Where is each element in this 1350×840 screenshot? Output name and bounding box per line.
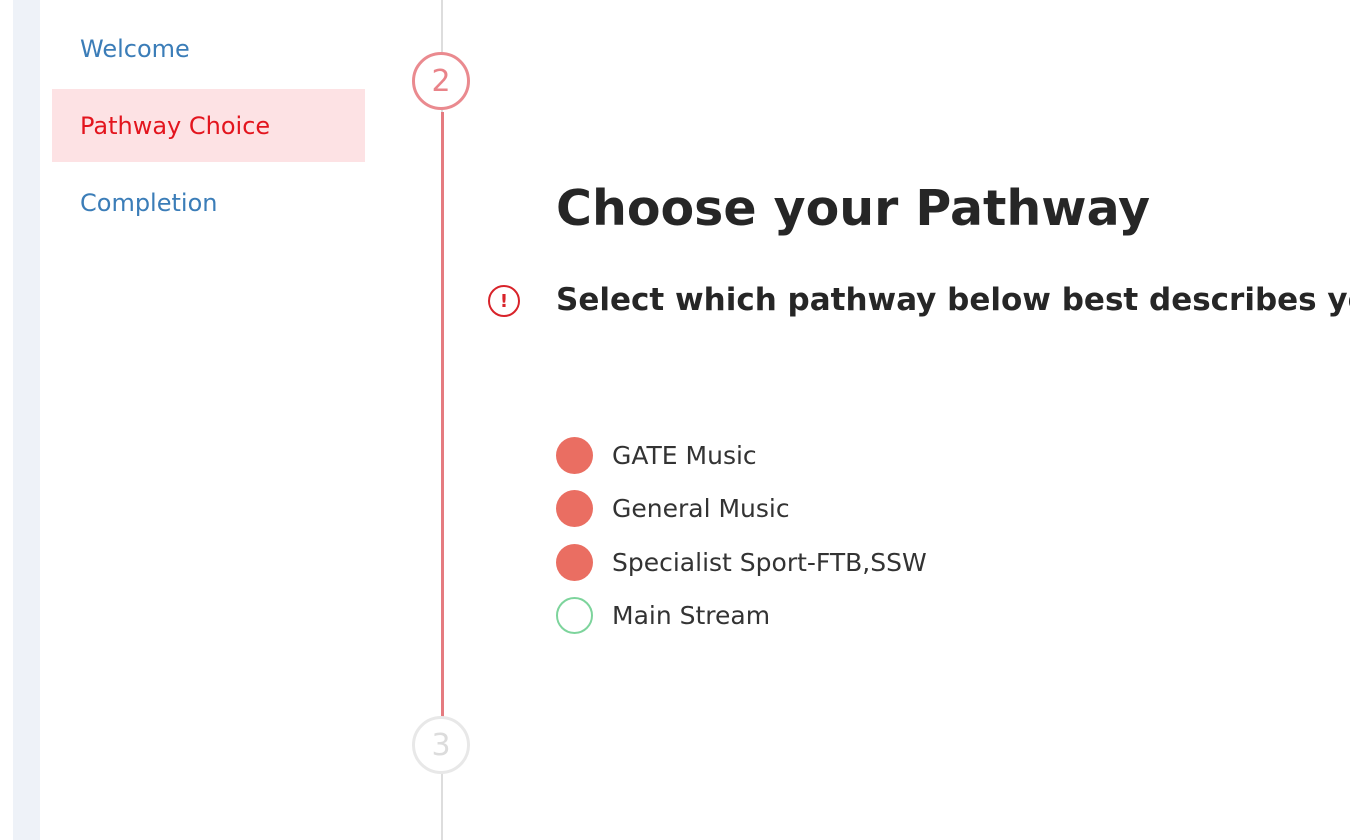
option-label: General Music bbox=[612, 493, 790, 523]
sidebar-item-pathway-choice[interactable]: Pathway Choice bbox=[52, 89, 365, 162]
sidebar-item-welcome[interactable]: Welcome bbox=[52, 12, 365, 85]
exclamation-circle-icon: ! bbox=[488, 285, 520, 317]
radio-button[interactable] bbox=[556, 596, 593, 634]
sidebar-item-label: Welcome bbox=[80, 34, 190, 63]
sidebar-item-label: Completion bbox=[80, 188, 218, 217]
option-gate-music[interactable]: GATE Music bbox=[556, 435, 757, 475]
sidebar-item-completion[interactable]: Completion bbox=[52, 166, 365, 239]
radio-button[interactable] bbox=[556, 543, 593, 581]
alert-symbol: ! bbox=[499, 290, 509, 312]
step-indicator-current: 2 bbox=[412, 52, 470, 110]
step-number: 2 bbox=[431, 63, 451, 99]
timeline-progress bbox=[441, 112, 444, 718]
option-label: Main Stream bbox=[612, 600, 771, 630]
step-indicator-next: 3 bbox=[412, 716, 470, 774]
instruction-text: Select which pathway below best describe… bbox=[556, 282, 1350, 318]
left-scroll-strip bbox=[13, 0, 40, 840]
sidebar-item-label: Pathway Choice bbox=[80, 111, 271, 140]
option-label: Specialist Sport-FTB,SSW bbox=[612, 547, 927, 577]
radio-button[interactable] bbox=[556, 436, 593, 474]
step-number: 3 bbox=[431, 727, 451, 763]
option-label: GATE Music bbox=[612, 440, 757, 470]
option-specialist-sport[interactable]: Specialist Sport-FTB,SSW bbox=[556, 542, 927, 582]
option-general-music[interactable]: General Music bbox=[556, 488, 790, 528]
radio-button[interactable] bbox=[556, 489, 593, 527]
page-title: Choose your Pathway bbox=[556, 180, 1151, 237]
option-main-stream[interactable]: Main Stream bbox=[556, 595, 770, 635]
